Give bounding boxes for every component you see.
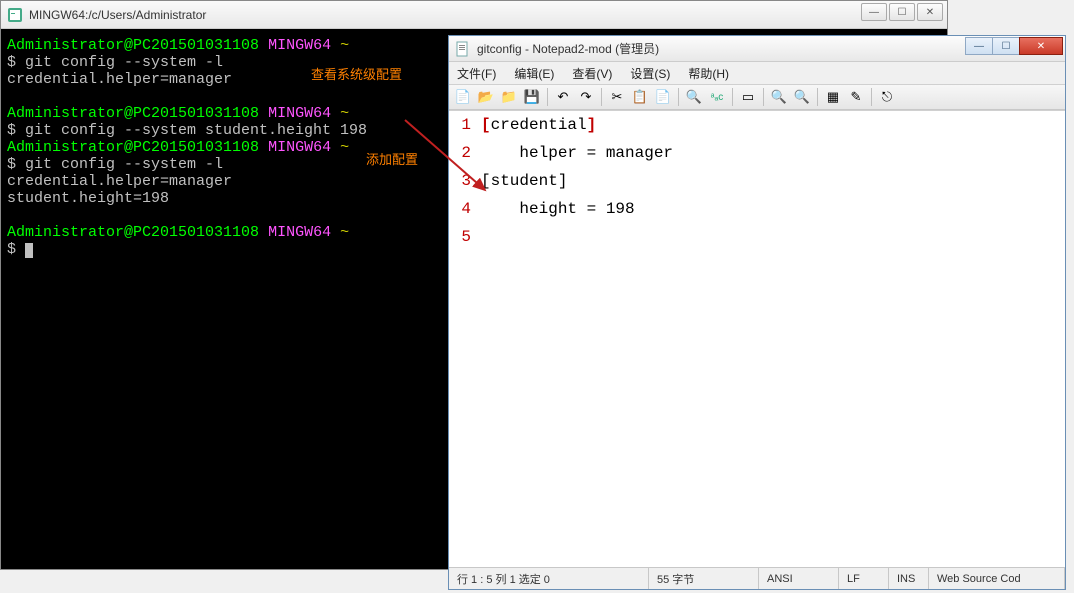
toolbar-separator [817, 88, 818, 106]
exit-icon[interactable]: ⎋ [877, 87, 897, 107]
menu-item[interactable]: 编辑(E) [510, 63, 558, 84]
minimize-button[interactable]: — [965, 37, 993, 55]
browse-icon[interactable]: 📁 [499, 87, 519, 107]
scheme-icon[interactable]: ▦ [823, 87, 843, 107]
cursor [25, 243, 33, 258]
find-icon[interactable]: 🔍 [684, 87, 704, 107]
statusbar: 行 1 : 5 列 1 选定 0 55 字节 ANSI LF INS Web S… [449, 567, 1065, 589]
line-number-gutter: 12345 [449, 111, 477, 567]
toolbar-separator [547, 88, 548, 106]
status-mode: INS [889, 568, 929, 589]
line-number: 3 [449, 167, 471, 195]
toolbar-separator [601, 88, 602, 106]
toolbar-separator [678, 88, 679, 106]
word-wrap-icon[interactable]: ▭ [738, 87, 758, 107]
save-icon[interactable]: 💾 [522, 87, 542, 107]
toolbar: 📄 📂 📁 💾 ↶ ↷ ✂ 📋 📄 🔍 ᵃₐc ▭ 🔍 🔍 ▦ ✎ ⎋ [449, 84, 1065, 110]
menu-item[interactable]: 文件(F) [453, 63, 500, 84]
code-line [481, 223, 1065, 251]
terminal-app-icon [7, 7, 23, 23]
status-bytes: 55 字节 [649, 568, 759, 589]
code-line: [credential] [481, 111, 1065, 139]
new-file-icon[interactable]: 📄 [453, 87, 473, 107]
zoom-in-icon[interactable]: 🔍 [769, 87, 789, 107]
menu-item[interactable]: 帮助(H) [684, 63, 733, 84]
copy-icon[interactable]: 📋 [630, 87, 650, 107]
notepad-titlebar[interactable]: gitconfig - Notepad2-mod (管理员) — ☐ ✕ [449, 36, 1065, 62]
toolbar-separator [732, 88, 733, 106]
toolbar-separator [871, 88, 872, 106]
terminal-window-controls: — ☐ ✕ [861, 3, 943, 21]
undo-icon[interactable]: ↶ [553, 87, 573, 107]
terminal-annotation: 添加配置 [366, 151, 418, 168]
menu-item[interactable]: 查看(V) [568, 63, 616, 84]
maximize-button[interactable]: ☐ [889, 3, 915, 21]
line-number: 2 [449, 139, 471, 167]
line-number: 5 [449, 223, 471, 251]
close-button[interactable]: ✕ [917, 3, 943, 21]
toolbar-separator [763, 88, 764, 106]
menu-item[interactable]: 设置(S) [626, 63, 674, 84]
notepad-title: gitconfig - Notepad2-mod (管理员) [477, 40, 659, 57]
close-button[interactable]: ✕ [1019, 37, 1063, 55]
status-eol: LF [839, 568, 889, 589]
line-number: 1 [449, 111, 471, 139]
minimize-button[interactable]: — [861, 3, 887, 21]
status-position: 行 1 : 5 列 1 选定 0 [449, 568, 649, 589]
redo-icon[interactable]: ↷ [576, 87, 596, 107]
editor-area[interactable]: 12345 [credential] helper = manager[stud… [449, 110, 1065, 567]
document-icon [455, 41, 471, 57]
menubar: 文件(F) 编辑(E) 查看(V) 设置(S) 帮助(H) [449, 62, 1065, 84]
line-number: 4 [449, 195, 471, 223]
paste-icon[interactable]: 📄 [653, 87, 673, 107]
code-line: [student] [481, 167, 1065, 195]
code-line: height = 198 [481, 195, 1065, 223]
code-line: helper = manager [481, 139, 1065, 167]
terminal-annotation: 查看系统级配置 [311, 66, 402, 83]
cut-icon[interactable]: ✂ [607, 87, 627, 107]
notepad-window-controls: — ☐ ✕ [966, 37, 1063, 55]
replace-icon[interactable]: ᵃₐc [707, 87, 727, 107]
open-file-icon[interactable]: 📂 [476, 87, 496, 107]
status-scheme: Web Source Cod [929, 568, 1065, 589]
terminal-title: MINGW64:/c/Users/Administrator [29, 8, 206, 22]
customize-icon[interactable]: ✎ [846, 87, 866, 107]
status-encoding: ANSI [759, 568, 839, 589]
terminal-titlebar[interactable]: MINGW64:/c/Users/Administrator — ☐ ✕ [1, 1, 947, 29]
code-content[interactable]: [credential] helper = manager[student] h… [477, 111, 1065, 567]
notepad-window: gitconfig - Notepad2-mod (管理员) — ☐ ✕ 文件(… [448, 35, 1066, 590]
zoom-out-icon[interactable]: 🔍 [792, 87, 812, 107]
maximize-button[interactable]: ☐ [992, 37, 1020, 55]
